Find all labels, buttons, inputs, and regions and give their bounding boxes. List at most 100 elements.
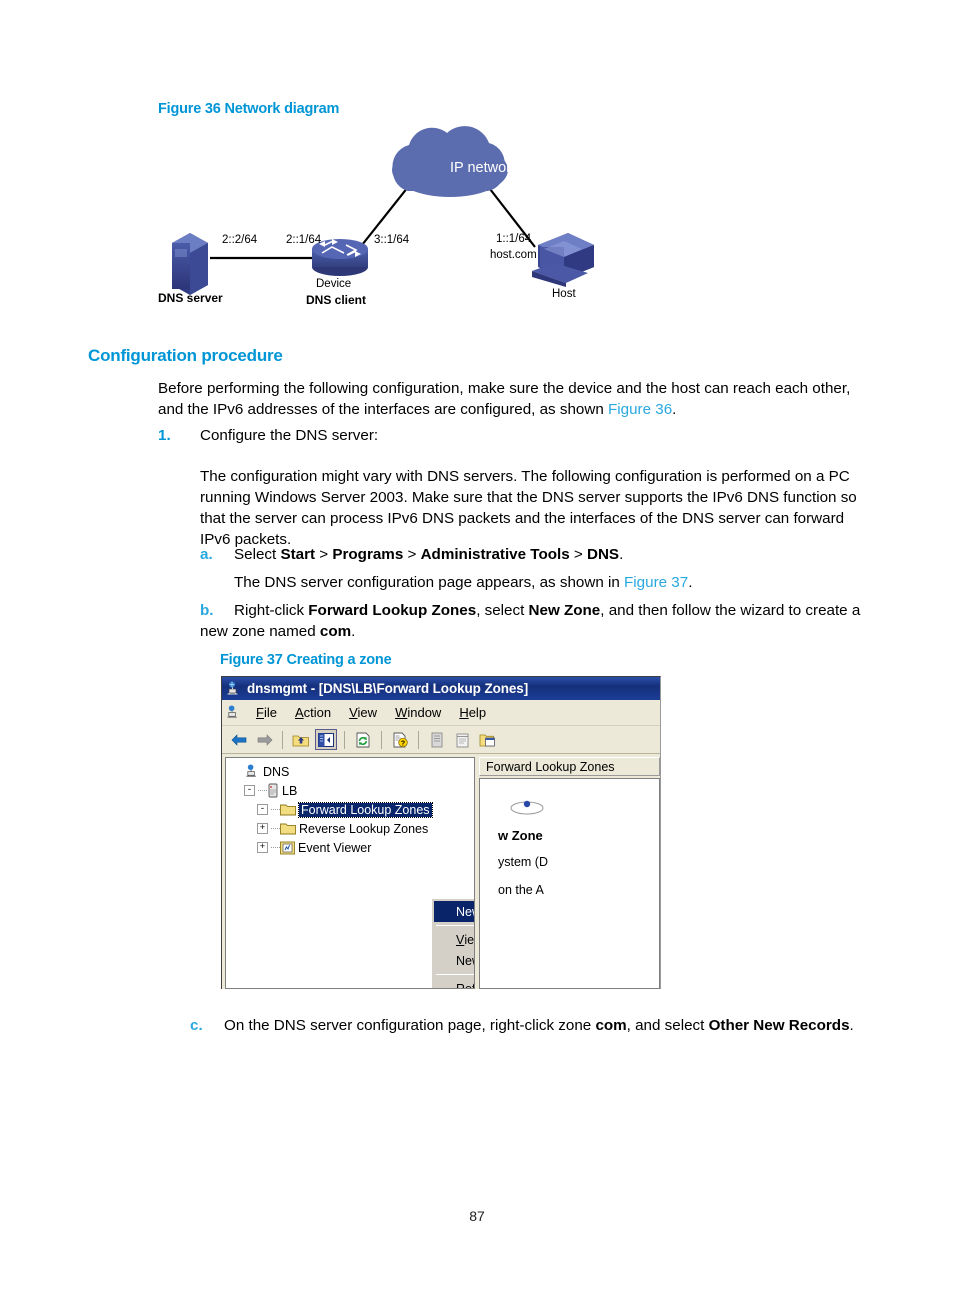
step-1: 1. Configure the DNS server: — [158, 425, 870, 446]
step-1b-part-1: Right-click — [234, 602, 309, 619]
tree-item-lb[interactable]: - LB — [231, 781, 474, 800]
step-1c-part-2: , and select — [626, 1017, 709, 1034]
step-1b: b. Right-click Forward Lookup Zones, sel… — [200, 600, 870, 642]
context-menu: New Zone... View New Window from Here Re… — [431, 898, 475, 989]
tree-connector — [258, 790, 267, 791]
back-arrow-icon[interactable] — [228, 729, 250, 750]
step-1b-part-2: , select — [476, 602, 529, 619]
dns-manager-window: dnsmgmt - [DNS\LB\Forward Lookup Zones] … — [221, 676, 661, 989]
toolbar-separator — [282, 730, 283, 749]
step-1b-text: Right-click Forward Lookup Zones, select… — [200, 602, 860, 640]
step-1a-letter: a. — [200, 546, 213, 563]
step-1-number: 1. — [158, 427, 171, 444]
context-menu-item-new-window-from-here[interactable]: New Window from Here — [434, 950, 474, 971]
tree-connector — [271, 809, 280, 810]
tree-expander[interactable]: - — [257, 804, 268, 815]
step-1-paragraph: The configuration might vary with DNS se… — [200, 468, 857, 548]
context-menu-separator — [436, 974, 474, 975]
step-1-text: Configure the DNS server: — [200, 427, 379, 444]
menu-sep-2: > — [403, 546, 421, 563]
intro-paragraph: Before performing the following configur… — [158, 378, 870, 420]
label-device-left-address: 2::1/64 — [286, 234, 322, 246]
page-number: 87 — [469, 1208, 485, 1224]
toolbar-separator — [344, 730, 345, 749]
menu-item-window[interactable]: Window — [386, 703, 450, 722]
dns-console-icon — [226, 681, 242, 697]
list-icon[interactable] — [451, 729, 473, 750]
step-1c-text: On the DNS server configuration page, ri… — [224, 1017, 854, 1034]
window-client-area: DNS - LB - Forward Lookup Zones + Revers… — [222, 754, 660, 989]
ref-zone-com: com — [319, 623, 352, 640]
label-host-address: 1::1/64 — [496, 233, 532, 245]
tree-item-forward-lookup-zones[interactable]: - Forward Lookup Zones — [231, 800, 474, 819]
ctx-pre: Re — [456, 981, 472, 989]
context-menu-item-new-zone[interactable]: New Zone... — [434, 901, 474, 922]
ref-new-zone: New Zone — [528, 602, 601, 619]
refresh-icon[interactable] — [352, 729, 374, 750]
menu-bar: File Action View Window Help — [222, 700, 660, 726]
follow-up-part-1: The DNS server configuration page appear… — [234, 574, 625, 591]
context-menu-item-refresh[interactable]: Refresh — [434, 978, 474, 989]
tree-item-dns[interactable]: DNS — [231, 762, 474, 781]
tree-item-label: Event Viewer — [298, 840, 372, 855]
tree-expander[interactable]: + — [257, 842, 268, 853]
step-1c: c. On the DNS server configuration page,… — [190, 1015, 880, 1036]
tree-connector — [271, 828, 280, 829]
label-dns-server: DNS server — [158, 291, 223, 305]
console-tree: DNS - LB - Forward Lookup Zones + Revers… — [226, 758, 474, 857]
details-pane-header: Forward Lookup Zones — [479, 757, 660, 776]
label-device-right-address: 3::1/64 — [374, 234, 410, 246]
context-menu-item-view[interactable]: View — [434, 929, 475, 950]
window-title-text: dnsmgmt - [DNS\LB\Forward Lookup Zones] — [247, 681, 529, 696]
new-window-icon[interactable] — [476, 729, 498, 750]
step-1a-follow-up: The DNS server configuration page appear… — [234, 572, 874, 593]
step-1a-lead: Select — [234, 546, 281, 563]
details-heading-clipped: w Zone — [498, 828, 543, 843]
xref-figure-37[interactable]: Figure 37 — [624, 574, 688, 591]
menu-path-start: Start — [280, 546, 316, 563]
toolbar-separator — [418, 730, 419, 749]
figure-36-caption: Figure 36 Network diagram — [158, 101, 340, 117]
network-diagram-svg — [172, 126, 594, 295]
label-host: Host — [552, 288, 576, 300]
tree-item-reverse-lookup-zones[interactable]: + Reverse Lookup Zones — [231, 819, 474, 838]
svg-text:?: ? — [401, 740, 405, 747]
menu-item-help[interactable]: Help — [450, 703, 495, 722]
ref-zone-com-2: com — [595, 1017, 627, 1034]
host-pc-icon — [532, 233, 594, 287]
menu-item-file[interactable]: File — [247, 703, 286, 722]
label-dns-client: DNS client — [306, 293, 367, 307]
tree-expander[interactable]: + — [257, 823, 268, 834]
forward-arrow-icon[interactable] — [253, 729, 275, 750]
tree-item-event-viewer[interactable]: + Event Viewer — [231, 838, 474, 857]
context-menu-separator — [436, 925, 474, 926]
step-1a-tail: . — [619, 546, 624, 563]
show-hide-tree-icon[interactable] — [315, 729, 337, 750]
details-pane: Forward Lookup Zones w Zone ystem (D on … — [479, 757, 660, 989]
tree-item-label: Forward Lookup Zones — [298, 801, 433, 818]
tree-item-label: Reverse Lookup Zones — [299, 821, 429, 836]
up-one-level-icon[interactable] — [290, 729, 312, 750]
xref-figure-36[interactable]: Figure 36 — [608, 401, 672, 418]
help-icon[interactable]: ? — [389, 729, 411, 750]
follow-up-part-2: . — [688, 574, 693, 591]
label-host-domain: host.com — [490, 249, 537, 261]
details-line-2-clipped: on the A — [498, 883, 544, 897]
ctx-post: iew — [464, 932, 475, 947]
diagram-links — [210, 186, 536, 260]
ctx-pre: New — [456, 953, 474, 968]
toolbar-separator — [381, 730, 382, 749]
figure-37-caption: Figure 37 Creating a zone — [220, 652, 392, 668]
folder-icon — [280, 803, 296, 816]
menu-item-view[interactable]: View — [340, 703, 386, 722]
toolbar: ? — [222, 726, 660, 754]
tree-connector — [271, 847, 280, 848]
tree-expander[interactable]: - — [244, 785, 255, 796]
step-1a: a. Select Start > Programs > Administrat… — [200, 544, 870, 565]
ctx-pre: New — [456, 904, 474, 919]
menu-item-action[interactable]: Action — [286, 703, 340, 722]
dns-console-icon — [245, 764, 260, 779]
step-1b-letter: b. — [200, 602, 214, 619]
properties-icon[interactable] — [426, 729, 448, 750]
details-line-1-clipped: ystem (D — [498, 855, 548, 869]
